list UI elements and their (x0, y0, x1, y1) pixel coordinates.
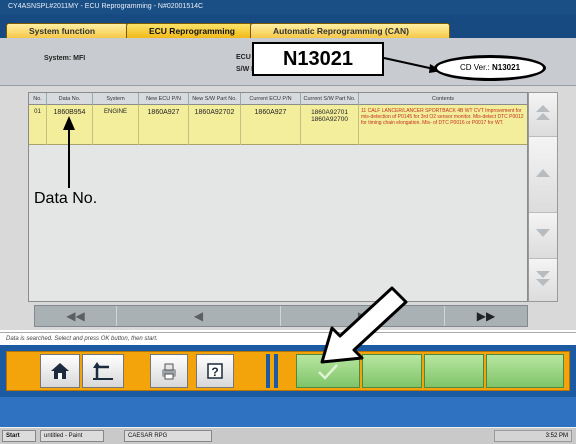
bottom-band (0, 397, 576, 427)
help-button[interactable]: ? (196, 354, 234, 388)
tab-ecu-reprogramming[interactable]: ECU Reprogramming (126, 23, 252, 38)
toolbar-empty-button[interactable] (424, 354, 484, 388)
double-down-icon (536, 271, 550, 286)
system-tray: 3:52 PM (494, 430, 572, 442)
svg-text:?: ? (211, 365, 218, 379)
ecu-data-table: No. Data No. System New ECU P/N New S/W … (28, 92, 528, 302)
cd-version-value: N13021 (492, 63, 521, 72)
back-button[interactable] (82, 354, 124, 388)
scroll-first-button[interactable]: ◀◀ (35, 306, 117, 326)
window-title: CY4ASNSPL#2011MY - ECU Reprogramming - N… (0, 0, 576, 14)
horizontal-scroll-bar: ◀◀ ◀ ▶ ▶▶ (34, 305, 528, 327)
clock: 3:52 PM (545, 433, 568, 439)
cell-new-ecu: 1860A927 (139, 105, 189, 145)
cell-no: 01 (29, 105, 47, 145)
col-header-new-sw: New S/W Part No. (189, 93, 241, 105)
print-button[interactable] (150, 354, 188, 388)
cell-current-sw-line2: 1860A92700 (311, 116, 348, 123)
scroll-last-button[interactable]: ▶▶ (445, 306, 527, 326)
data-no-arrow-icon (63, 116, 75, 188)
up-icon (536, 169, 550, 177)
cd-version-display: CD Ver.: N13021 (434, 55, 546, 81)
toolbar-divider (274, 354, 278, 388)
status-message: Data is searched. Select and press OK bu… (0, 332, 576, 344)
table-row[interactable]: 01 1860B954 ENGINE 1860A927 1860A92702 1… (29, 105, 527, 145)
col-header-current-ecu: Current ECU P/N (241, 93, 301, 105)
down-icon (536, 229, 550, 237)
scroll-prev-button[interactable]: ◀ (117, 306, 281, 326)
col-header-contents: Contents (431, 96, 454, 102)
tab-system-function[interactable]: System function (6, 23, 128, 38)
col-header-data-no: Data No. (47, 93, 93, 105)
cell-contents: 11 CALF LANCER/LANCER SPORTBACK 4B WT CV… (361, 108, 524, 127)
double-up-icon (536, 105, 550, 120)
cell-current-sw-line1: 1860A92701 (311, 109, 348, 116)
print-icon (162, 363, 176, 380)
cell-system: ENGINE (93, 105, 139, 145)
toolbar-empty-button[interactable] (486, 354, 564, 388)
taskbar-item-caesar[interactable]: CAESAR RPG (124, 430, 212, 442)
col-header-no: No. (29, 93, 47, 105)
help-icon: ? (207, 363, 223, 379)
data-no-annotation: Data No. (34, 190, 98, 207)
table-header: No. Data No. System New ECU P/N New S/W … (29, 93, 527, 105)
col-header-current-sw: Current S/W Part No. (301, 93, 359, 105)
cell-new-sw: 1860A92702 (189, 105, 241, 145)
home-button[interactable] (40, 354, 80, 388)
scroll-bottom-button[interactable] (529, 259, 557, 301)
taskbar-item-paint[interactable]: untitled - Paint (40, 430, 104, 442)
col-header-system: System (93, 93, 139, 105)
back-icon (93, 362, 113, 380)
callout-code-box: N13021 (252, 42, 384, 76)
cell-current-sw: 1860A92701 1860A92700 (301, 105, 359, 145)
start-button[interactable]: Start (2, 430, 36, 442)
system-label: System: MFI (44, 55, 86, 62)
scroll-down-button[interactable] (529, 213, 557, 259)
cell-current-ecu: 1860A927 (241, 105, 301, 145)
tab-automatic-reprogramming[interactable]: Automatic Reprogramming (CAN) (250, 23, 450, 38)
col-header-new-ecu: New ECU P/N (139, 93, 189, 105)
home-icon (51, 363, 69, 379)
vertical-scroll-panel (528, 92, 558, 302)
ok-annotation-arrow-icon (320, 286, 408, 364)
cd-version-label: CD Ver.: (459, 63, 490, 72)
scroll-top-button[interactable] (529, 93, 557, 137)
scroll-up-button[interactable] (529, 137, 557, 213)
toolbar-divider (266, 354, 270, 388)
